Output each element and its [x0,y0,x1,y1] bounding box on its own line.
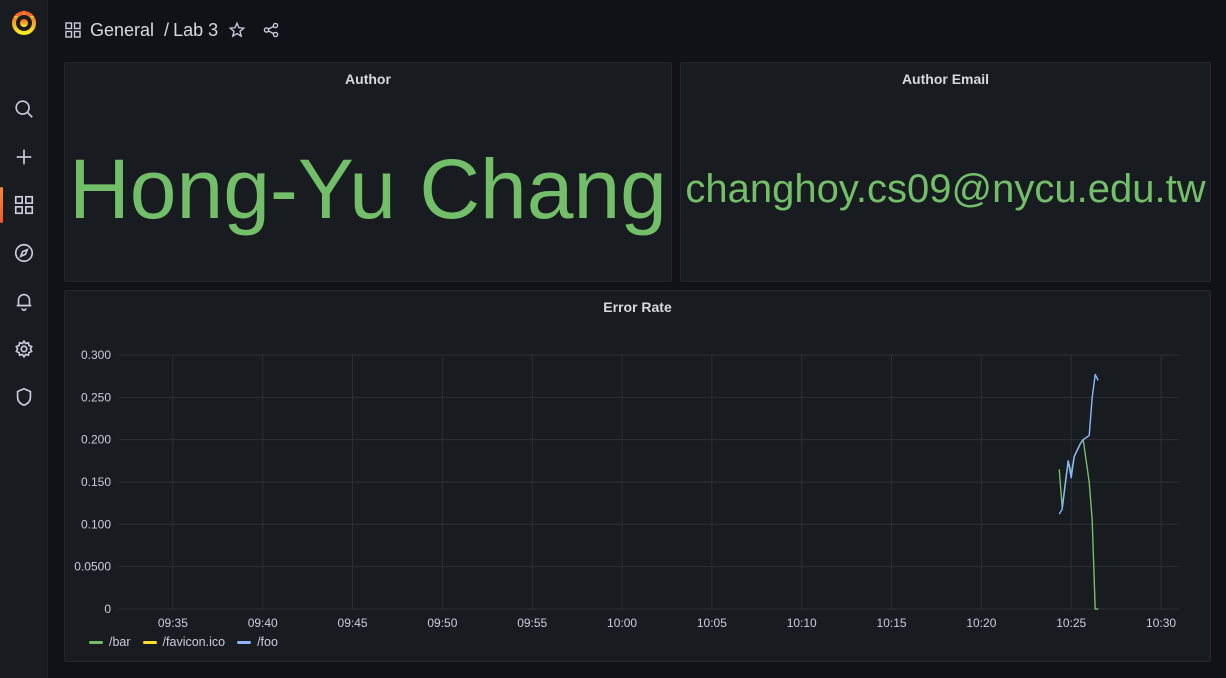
x-tick-label: 10:20 [966,616,996,630]
x-tick-label: 10:00 [607,616,637,630]
x-tick-label: 09:40 [248,616,278,630]
x-tick-label: 10:05 [697,616,727,630]
star-icon[interactable] [228,21,246,39]
legend-item[interactable]: /foo [237,635,278,649]
y-tick-label: 0 [104,602,111,616]
legend-label: /favicon.ico [162,635,226,649]
x-tick-label: 09:45 [338,616,368,630]
sidebar [0,0,48,678]
error-rate-chart[interactable]: 0 0.0500 0.100 0.150 0.200 0.250 0.300 09:35 09:… [65,291,1212,663]
breadcrumb-separator: / [164,19,170,40]
x-tick-label: 09:50 [427,616,457,630]
dashboards-icon [14,195,34,215]
search-icon [15,100,33,118]
x-tick-label: 10:15 [877,616,907,630]
bell-icon [16,293,32,311]
search-nav[interactable] [0,89,48,129]
y-tick-label: 0.0500 [74,560,111,574]
author-email-stat-value: changhoy.cs09@nycu.edu.tw [685,167,1206,211]
x-tick-label: 10:30 [1146,616,1176,630]
legend-swatch [142,640,157,644]
y-tick-label: 0.250 [81,390,111,404]
x-tick-label: 09:55 [517,616,547,630]
server-admin-nav[interactable] [0,377,48,417]
grafana-logo-icon[interactable] [10,8,38,36]
author-panel[interactable]: Author Hong-Yu Chang [64,62,672,282]
shield-icon [16,387,32,407]
share-icon[interactable] [262,21,280,39]
x-tick-label: 10:10 [787,616,817,630]
x-tick-label: 09:35 [158,616,188,630]
breadcrumb-folder[interactable]: General [90,20,154,41]
gear-icon [15,339,33,359]
y-tick-label: 0.100 [81,517,111,531]
legend-label: /bar [109,635,131,649]
dashboard-grid-icon [65,22,81,38]
author-stat-value: Hong-Yu Chang [69,142,667,236]
author-panel-title[interactable]: Author [65,71,671,87]
create-nav[interactable] [0,137,48,177]
configuration-nav[interactable] [0,329,48,369]
legend-swatch [237,640,252,644]
legend-item[interactable]: /bar [89,635,131,649]
series-line-foo [1058,373,1099,515]
alerting-nav[interactable] [0,281,48,321]
author-email-panel[interactable]: Author Email changhoy.cs09@nycu.edu.tw [680,62,1211,282]
y-tick-label: 0.300 [81,348,111,362]
compass-icon [14,243,34,263]
legend-swatch [89,640,103,644]
author-email-panel-title[interactable]: Author Email [681,71,1210,87]
legend-label: /foo [257,635,278,649]
plus-icon [16,149,32,165]
legend-item[interactable]: /favicon.ico [142,635,226,649]
breadcrumb-dashboard[interactable]: Lab 3 [173,20,218,41]
chart-legend: /bar/favicon.ico/foo [89,635,290,649]
dashboards-nav[interactable] [0,185,48,225]
y-tick-label: 0.150 [81,475,111,489]
y-tick-label: 0.200 [81,433,111,447]
x-tick-label: 10:25 [1056,616,1086,630]
error-rate-panel[interactable]: Error Rate 0 0.0500 0.100 0.150 0.200 0.250 0.… [64,290,1211,662]
dashboard-header: General / Lab 3 [64,14,280,46]
explore-nav[interactable] [0,233,48,273]
